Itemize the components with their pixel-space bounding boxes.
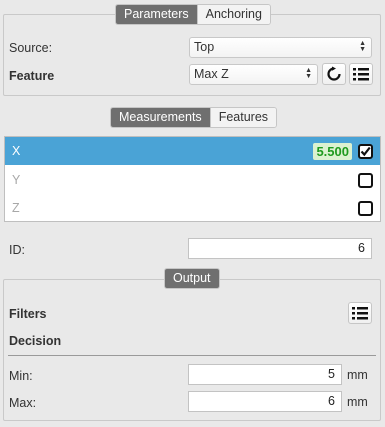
parameters-tabbar: Parameters Anchoring (115, 4, 271, 25)
measurement-tool-panel: Parameters Anchoring Source: Top ▲ ▼ Feat… (0, 0, 385, 427)
min-input[interactable]: 5 (188, 364, 342, 385)
measurement-row-z[interactable]: Z (5, 194, 380, 222)
list-icon (353, 68, 369, 81)
tab-measurements[interactable]: Measurements (111, 108, 210, 127)
id-label: ID: (9, 243, 25, 257)
output-tabbar: Output (164, 268, 220, 289)
select-arrows-icon: ▲ ▼ (305, 67, 312, 80)
source-select[interactable]: Top ▲ ▼ (189, 37, 372, 58)
decision-label: Decision (9, 334, 62, 348)
tab-features[interactable]: Features (209, 108, 277, 127)
tab-anchoring[interactable]: Anchoring (196, 5, 270, 24)
tab-parameters[interactable]: Parameters (116, 5, 197, 24)
source-value: Top (194, 40, 215, 54)
measurement-checkbox[interactable] (358, 144, 373, 159)
measurement-label: Y (12, 173, 21, 187)
measurements-tabbar: Measurements Features (110, 107, 278, 128)
measurement-checkbox[interactable] (358, 173, 373, 188)
tab-output[interactable]: Output (165, 269, 219, 288)
max-input[interactable]: 6 (188, 391, 342, 412)
source-label: Source: (9, 41, 53, 55)
measurement-row-x[interactable]: X 5.500 (5, 137, 380, 165)
select-arrows-icon: ▲ ▼ (359, 40, 366, 53)
list-icon (352, 307, 368, 320)
measurement-label: Z (12, 201, 20, 215)
min-label: Min: (9, 369, 33, 383)
feature-label: Feature (9, 69, 55, 83)
filters-list-button[interactable] (348, 302, 372, 324)
feature-list-button[interactable] (349, 63, 373, 85)
filters-label: Filters (9, 307, 47, 321)
checkmark-icon (360, 146, 371, 157)
max-unit: mm (347, 395, 368, 409)
measurement-value: 5.500 (313, 143, 352, 160)
measurements-list: X 5.500 Y Z (4, 136, 381, 222)
min-unit: mm (347, 368, 368, 382)
measurement-label: X (12, 144, 21, 158)
feature-value: Max Z (194, 67, 229, 81)
max-label: Max: (9, 396, 37, 410)
feature-select[interactable]: Max Z ▲ ▼ (189, 64, 318, 85)
measurement-row-y[interactable]: Y (5, 166, 380, 194)
measurement-checkbox[interactable] (358, 201, 373, 216)
id-input[interactable]: 6 (188, 238, 372, 259)
refresh-icon (327, 66, 341, 81)
decision-divider (8, 355, 376, 356)
reset-button[interactable] (322, 63, 346, 85)
